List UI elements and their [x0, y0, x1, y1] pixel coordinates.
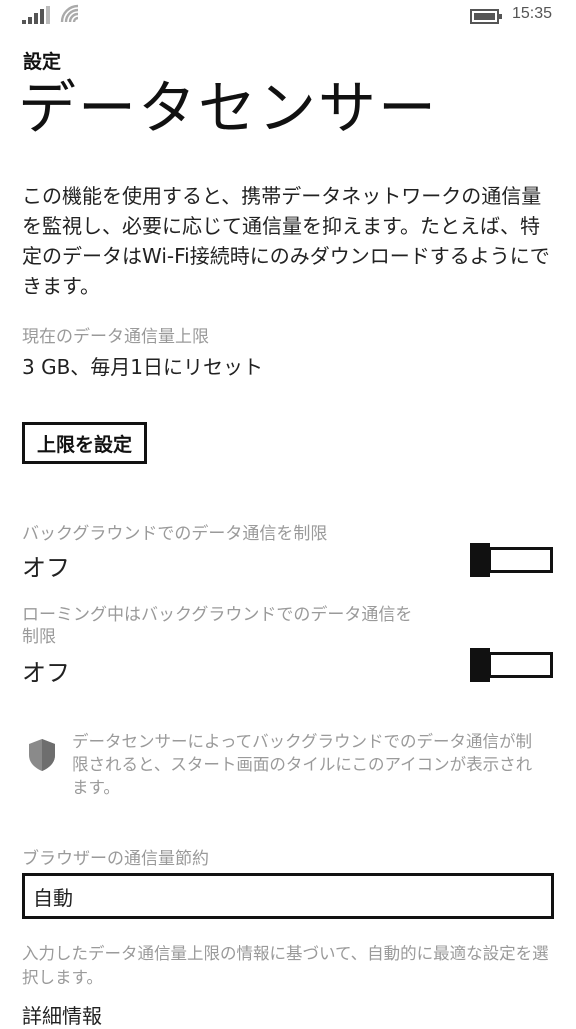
background-restrict-value: オフ — [22, 554, 70, 582]
roaming-restrict-value: オフ — [22, 659, 70, 687]
info-text: データセンサーによってバックグラウンドでのデータ通信が制限されると、スタート画面… — [72, 732, 533, 797]
roaming-restrict-label: ローミング中はバックグラウンドでのデータ通信を制限 — [22, 605, 413, 647]
breadcrumb: 設定 — [23, 51, 62, 73]
toggle-thumb — [470, 543, 490, 577]
feature-description: この機能を使用すると、携帯データネットワークの通信量を監視し、必要に応じて通信量… — [22, 184, 550, 298]
browser-saving-select[interactable]: 自動 — [22, 873, 554, 919]
browser-saving-label: ブラウザーの通信量節約 — [22, 849, 209, 869]
browser-saving-help: 入力したデータ通信量上限の情報に基づいて、自動的に最適な設定を選択します。 — [22, 944, 549, 987]
wifi-icon — [60, 4, 79, 23]
background-restrict-label: バックグラウンドでのデータ通信を制限 — [22, 524, 328, 544]
browser-saving-selected: 自動 — [33, 885, 73, 910]
battery-icon — [470, 9, 502, 24]
page-title: データセンサー — [18, 74, 439, 142]
roaming-restrict-toggle[interactable] — [470, 648, 553, 682]
toggle-thumb — [470, 648, 490, 682]
shield-icon — [29, 739, 55, 771]
toggle-track — [488, 652, 553, 678]
signal-icon — [22, 6, 50, 24]
toggle-track — [488, 547, 553, 573]
status-bar: 15:35 — [0, 0, 576, 34]
status-clock: 15:35 — [512, 5, 553, 22]
data-limit-label: 現在のデータ通信量上限 — [22, 327, 209, 347]
data-limit-value: 3 GB、毎月1日にリセット — [22, 355, 264, 379]
background-restrict-toggle[interactable] — [470, 543, 553, 577]
set-limit-button[interactable]: 上限を設定 — [22, 422, 148, 464]
details-link[interactable]: 詳細情報 — [22, 1000, 102, 1029]
